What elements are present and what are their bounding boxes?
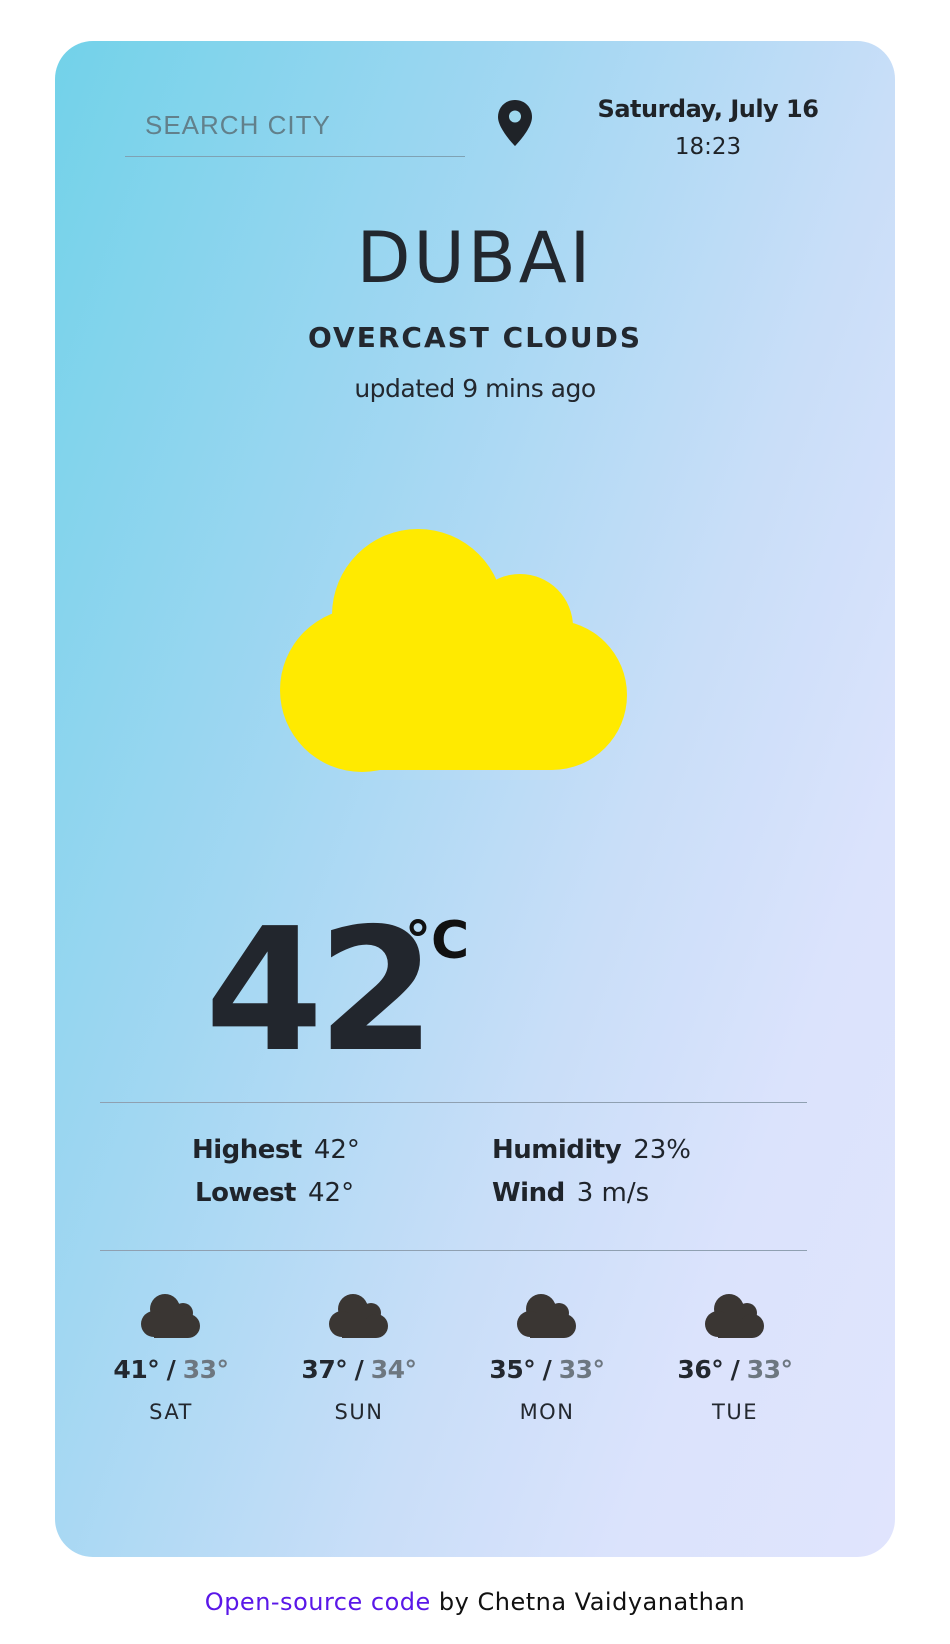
cloud-icon <box>141 1294 200 1338</box>
footer-credit: by Chetna Vaidyanathan <box>438 1588 746 1616</box>
page: Saturday, July 16 18:23 DUBAI OVERCAST C… <box>0 0 950 1644</box>
forecast-day-label: MON <box>519 1400 575 1424</box>
forecast-separator: / <box>730 1355 740 1384</box>
divider <box>100 1102 807 1103</box>
forecast-day: 36° / 33° TUE <box>665 1291 805 1424</box>
stat-highest-label: Highest <box>192 1135 302 1165</box>
forecast-day: 41° / 33° SAT <box>101 1291 241 1424</box>
forecast-high: 41° <box>113 1355 160 1384</box>
stat-lowest-value: 42° <box>308 1178 355 1208</box>
stat-wind: Wind 3 m/s <box>492 1178 649 1208</box>
divider <box>100 1250 807 1251</box>
forecast-low: 34° <box>370 1355 417 1384</box>
search-field <box>125 96 465 157</box>
forecast-separator: / <box>166 1355 176 1384</box>
cloud-icon <box>517 1294 576 1338</box>
forecast-temps: 37° / 34° <box>289 1355 429 1384</box>
weather-condition: OVERCAST CLOUDS <box>308 321 642 354</box>
current-time: 18:23 <box>674 134 742 160</box>
stat-wind-value: 3 m/s <box>576 1178 650 1208</box>
stat-wind-label: Wind <box>492 1178 565 1208</box>
stat-highest-value: 42° <box>313 1135 360 1165</box>
forecast-day: 37° / 34° SUN <box>289 1291 429 1424</box>
current-temperature: 42 <box>205 892 436 1090</box>
stat-highest: Highest 42° <box>192 1135 360 1165</box>
forecast-day-label: SAT <box>149 1400 193 1424</box>
forecast-day: 35° / 33° MON <box>477 1291 617 1424</box>
forecast-temps: 35° / 33° <box>477 1355 617 1384</box>
search-city-input[interactable] <box>125 96 465 154</box>
forecast-separator: / <box>542 1355 552 1384</box>
map-pin-icon[interactable] <box>495 98 535 148</box>
cloud-icon <box>329 1294 388 1338</box>
open-source-link[interactable]: Open-source code <box>205 1588 431 1616</box>
forecast-low: 33° <box>746 1355 793 1384</box>
forecast-low: 33° <box>182 1355 229 1384</box>
forecast-day-label: SUN <box>334 1400 384 1424</box>
forecast-high: 35° <box>489 1355 536 1384</box>
updated-time: updated 9 mins ago <box>354 374 596 403</box>
city-name: DUBAI <box>356 217 594 299</box>
stat-humidity-value: 23% <box>633 1135 691 1165</box>
weather-card: Saturday, July 16 18:23 DUBAI OVERCAST C… <box>55 41 895 1557</box>
temperature-unit: °C <box>405 911 470 971</box>
stat-humidity-label: Humidity <box>492 1135 622 1165</box>
stat-humidity: Humidity 23% <box>492 1135 691 1165</box>
forecast-separator: / <box>354 1355 364 1384</box>
cloud-icon <box>705 1294 764 1338</box>
footer: Open-source code by Chetna Vaidyanathan <box>0 1588 950 1616</box>
forecast-high: 37° <box>301 1355 348 1384</box>
date-time: Saturday, July 16 18:23 <box>595 91 821 167</box>
forecast-low: 33° <box>558 1355 605 1384</box>
forecast-temps: 41° / 33° <box>101 1355 241 1384</box>
current-date: Saturday, July 16 <box>597 95 819 123</box>
cloud-icon <box>280 529 627 772</box>
stat-lowest-label: Lowest <box>195 1178 297 1208</box>
stat-lowest: Lowest 42° <box>195 1178 354 1208</box>
forecast-high: 36° <box>677 1355 724 1384</box>
forecast-temps: 36° / 33° <box>665 1355 805 1384</box>
forecast-day-label: TUE <box>712 1400 758 1424</box>
